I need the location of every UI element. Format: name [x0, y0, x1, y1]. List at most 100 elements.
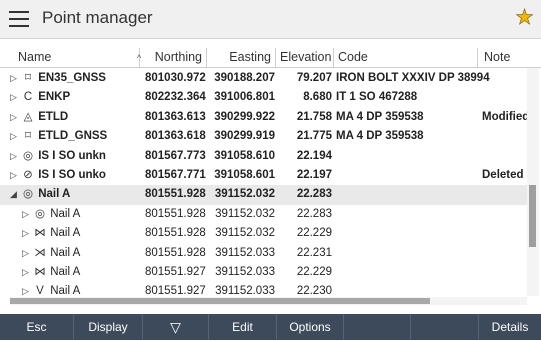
point-name: Nail A: [38, 188, 71, 201]
star-icon[interactable]: ★: [515, 6, 534, 30]
expand-icon[interactable]: ▷: [22, 224, 33, 243]
note-cell: Deleted 1: [482, 168, 527, 181]
point-name: Nail A: [50, 285, 81, 295]
elevation-cell: 22.230: [296, 285, 332, 295]
table-row[interactable]: ◢ ◎ Nail A 801551.928 391152.032 22.283: [0, 185, 527, 205]
easting-cell: 391152.033: [215, 265, 275, 278]
options-button[interactable]: Options: [277, 314, 344, 340]
esc-button[interactable]: Esc: [0, 314, 74, 340]
point-name: EN35_GNSS: [38, 72, 106, 84]
expand-icon[interactable]: ▷: [10, 166, 21, 185]
easting-cell: 390299.922: [214, 110, 275, 123]
expand-icon[interactable]: ▷: [22, 263, 33, 282]
point-name: IS I SO unkn: [38, 149, 106, 162]
column-header-code[interactable]: Code: [334, 48, 478, 67]
table-row[interactable]: ▷ ⋊ Nail A 801551.928 391152.033 22.231: [0, 244, 527, 263]
point-name: Nail A: [50, 227, 81, 240]
point-type-icon: C: [23, 91, 33, 104]
hamburger-icon[interactable]: [9, 11, 29, 27]
point-name-cell: ▷ ⋈ Nail A: [22, 263, 80, 282]
code-cell: MA 4 DP 359538: [336, 110, 424, 123]
expand-icon[interactable]: ▷: [22, 244, 33, 263]
point-name-cell: ▷ ⊘ IS I SO unko: [10, 166, 106, 185]
column-header-northing-label: Northing: [154, 50, 202, 64]
expand-icon[interactable]: ▷: [10, 88, 21, 107]
elevation-cell: 22.231: [296, 246, 332, 259]
point-type-icon: ⊘: [23, 168, 33, 181]
column-header-note-label: Note: [484, 50, 511, 64]
column-header-note[interactable]: Note: [478, 48, 541, 67]
point-type-icon: ⋊: [34, 246, 46, 259]
elevation-cell: 8.680: [303, 91, 332, 104]
column-header-easting-label: Easting: [229, 50, 271, 64]
easting-cell: 391152.032: [215, 207, 275, 220]
column-header-name[interactable]: Name ^: [14, 48, 141, 67]
northing-cell: 801551.928: [145, 246, 206, 259]
expand-icon[interactable]: ▷: [10, 108, 21, 127]
horizontal-scrollbar[interactable]: [10, 297, 527, 305]
easting-cell: 390188.207: [214, 72, 275, 84]
page-title: Point manager: [42, 8, 153, 27]
expand-icon[interactable]: ▷: [10, 69, 21, 88]
easting-cell: 391152.033: [215, 285, 275, 295]
point-name-cell: ▷ ⌑ EN35_GNSS: [10, 69, 106, 88]
app-header: Point manager ★: [0, 0, 541, 39]
table-row[interactable]: ▷ ⋈ Nail A 801551.928 391152.032 22.229: [0, 224, 527, 243]
collapse-icon[interactable]: ◢: [10, 185, 21, 204]
easting-cell: 391058.610: [214, 149, 275, 162]
expand-icon[interactable]: ▷: [10, 127, 21, 146]
code-cell: IRON BOLT XXXIV DP 38994: [336, 72, 490, 84]
point-type-icon: ◎: [34, 207, 46, 220]
elevation-cell: 22.229: [296, 265, 332, 278]
elevation-cell: 22.194: [296, 149, 332, 162]
expand-icon[interactable]: ▷: [22, 205, 33, 224]
point-name: ETLD: [38, 110, 69, 123]
point-list: ▷ ⌑ EN35_GNSS 801030.972 390188.207 79.207 IR…: [0, 69, 527, 295]
point-type-icon: ⋈: [34, 227, 46, 240]
easting-cell: 391152.032: [214, 188, 275, 201]
options-button-label: Options: [289, 320, 331, 334]
column-header-northing[interactable]: Northing: [140, 48, 207, 67]
vertical-scroll-thumb[interactable]: [529, 185, 536, 247]
point-type-icon: ⋈: [34, 265, 46, 278]
table-row[interactable]: ▷ ◎ IS I SO unkn 801567.773 391058.610 22.19…: [0, 147, 527, 166]
point-type-icon: ◎: [22, 149, 34, 162]
point-type-icon: ◬: [23, 110, 33, 123]
northing-cell: 801363.618: [145, 130, 206, 143]
column-header-elevation-label: Elevation: [280, 50, 332, 64]
northing-cell: 801551.927: [145, 265, 206, 278]
table-row[interactable]: ▷ ◬ ETLD 801363.613 390299.922 21.758 MA 4 DP…: [0, 108, 527, 127]
empty-softkey-2: [411, 314, 478, 340]
table-row[interactable]: ▷ ⊘ IS I SO unko 801567.771 391058.601 22.19…: [0, 166, 527, 185]
header-divider: [0, 67, 541, 68]
edit-button[interactable]: Edit: [209, 314, 277, 340]
vertical-scrollbar[interactable]: [527, 68, 539, 296]
details-button-label: Details: [491, 320, 529, 334]
table-row[interactable]: ▷ V Nail A 801551.927 391152.033 22.230: [0, 282, 527, 295]
elevation-cell: 22.283: [296, 207, 332, 220]
edit-button-label: Edit: [232, 320, 253, 334]
expand-icon[interactable]: ▷: [22, 282, 33, 295]
northing-cell: 802232.364: [145, 91, 206, 104]
table-row[interactable]: ▷ ⋈ Nail A 801551.927 391152.033 22.229: [0, 263, 527, 282]
point-name: IS I SO unko: [38, 168, 106, 181]
northing-cell: 801551.927: [145, 285, 206, 295]
northing-cell: 801551.928: [145, 207, 206, 220]
table-row[interactable]: ▷ ⌑ ETLD_GNSS 801363.618 390299.919 21.775 MA…: [0, 127, 527, 146]
display-button-label: Display: [88, 320, 128, 334]
expand-icon[interactable]: ▷: [10, 147, 21, 166]
table-row[interactable]: ▷ C ENKP 802232.364 391006.801 8.680 IT 1 SO …: [0, 88, 527, 107]
easting-cell: 391058.601: [214, 168, 275, 181]
point-name-cell: ▷ ◬ ETLD: [10, 108, 68, 127]
display-button[interactable]: Display: [74, 314, 143, 340]
filter-button[interactable]: ▽: [143, 314, 209, 340]
point-name-cell: ▷ V Nail A: [22, 282, 80, 295]
table-row[interactable]: ▷ ◎ Nail A 801551.928 391152.032 22.283: [0, 205, 527, 224]
table-row[interactable]: ▷ ⌑ EN35_GNSS 801030.972 390188.207 79.207 IR…: [0, 69, 527, 88]
note-cell: Modified: [482, 110, 527, 123]
easting-cell: 391152.032: [215, 227, 275, 240]
details-button[interactable]: Details: [478, 314, 541, 340]
column-header-easting[interactable]: Easting: [207, 48, 276, 67]
column-header-elevation[interactable]: Elevation: [276, 48, 334, 67]
horizontal-scroll-thumb[interactable]: [10, 298, 430, 304]
